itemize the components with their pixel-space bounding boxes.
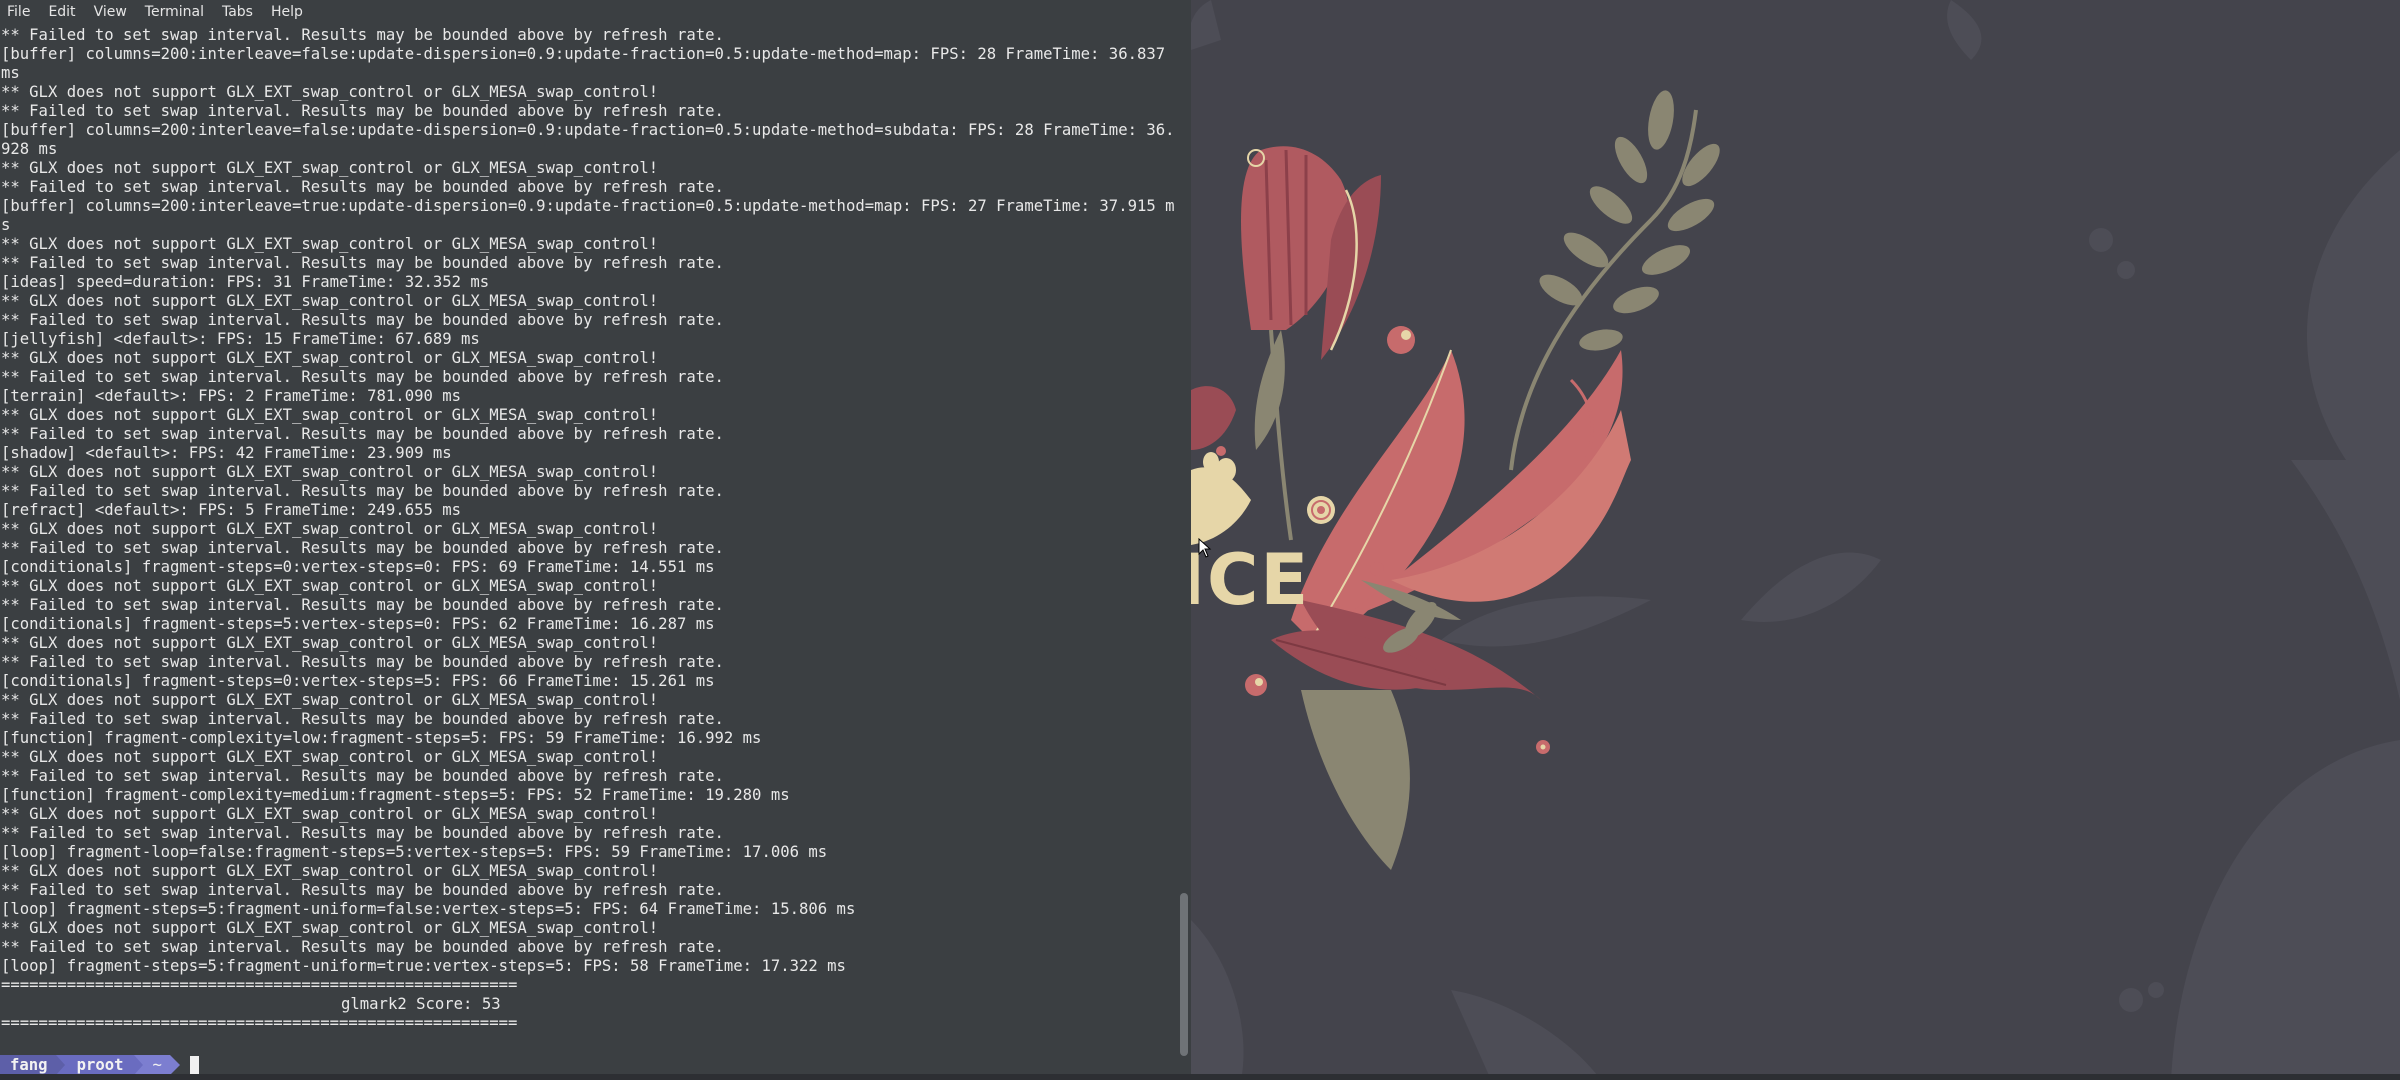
terminal-line: [loop] fragment-steps=5:fragment-uniform… (1, 957, 846, 975)
menu-terminal[interactable]: Terminal (145, 4, 204, 20)
desktop-wallpaper: ICE (1191, 0, 2400, 1080)
menu-file[interactable]: File (7, 4, 30, 20)
terminal-line: [conditionals] fragment-steps=5:vertex-s… (1, 615, 715, 633)
terminal-line: ** GLX does not support GLX_EXT_swap_con… (1, 406, 659, 424)
terminal-line: ** GLX does not support GLX_EXT_swap_con… (1, 349, 659, 367)
terminal-line: [conditionals] fragment-steps=0:vertex-s… (1, 558, 715, 576)
terminal-line: ** GLX does not support GLX_EXT_swap_con… (1, 805, 659, 823)
terminal-line: ========================================… (1, 1014, 518, 1032)
terminal-line: ** GLX does not support GLX_EXT_swap_con… (1, 292, 659, 310)
terminal-line: ** Failed to set swap interval. Results … (1, 178, 724, 196)
bottom-panel (0, 1074, 2400, 1080)
mouse-pointer-icon (1198, 538, 1212, 558)
terminal-line: [terrain] <default>: FPS: 2 FrameTime: 7… (1, 387, 462, 405)
terminal-line: ** Failed to set swap interval. Results … (1, 767, 724, 785)
terminal-output[interactable]: ** Failed to set swap interval. Results … (1, 26, 1176, 1046)
terminal-line: ** Failed to set swap interval. Results … (1, 482, 724, 500)
terminal-window[interactable]: File Edit View Terminal Tabs Help ** Fai… (0, 0, 1191, 1080)
terminal-line: [buffer] columns=200:interleave=false:up… (1, 45, 1175, 82)
terminal-line: [shadow] <default>: FPS: 42 FrameTime: 2… (1, 444, 452, 462)
terminal-line: glmark2 Score: 53 (341, 995, 501, 1013)
terminal-line: [loop] fragment-steps=5:fragment-uniform… (1, 900, 856, 918)
terminal-line: ** Failed to set swap interval. Results … (1, 102, 724, 120)
prompt-directory: ~ (142, 1055, 170, 1075)
terminal-line: ** Failed to set swap interval. Results … (1, 938, 724, 956)
terminal-line: ** GLX does not support GLX_EXT_swap_con… (1, 634, 659, 652)
terminal-line: ** Failed to set swap interval. Results … (1, 26, 724, 44)
text-cursor (189, 1056, 199, 1074)
prompt-host: proot (64, 1055, 134, 1075)
terminal-line: [ideas] speed=duration: FPS: 31 FrameTim… (1, 273, 490, 291)
terminal-line: ** GLX does not support GLX_EXT_swap_con… (1, 748, 659, 766)
terminal-line: ** GLX does not support GLX_EXT_swap_con… (1, 919, 659, 937)
floral-wallpaper-art (1191, 0, 2400, 1080)
terminal-line: ** Failed to set swap interval. Results … (1, 311, 724, 329)
olive-branch (1509, 90, 1720, 471)
menu-bar: File Edit View Terminal Tabs Help (0, 0, 1191, 24)
tulip-buds (1241, 146, 1381, 541)
terminal-line: [refract] <default>: FPS: 5 FrameTime: 2… (1, 501, 462, 519)
terminal-line: [buffer] columns=200:interleave=true:upd… (1, 197, 1175, 234)
terminal-line: ** GLX does not support GLX_EXT_swap_con… (1, 691, 659, 709)
terminal-line: ** GLX does not support GLX_EXT_swap_con… (1, 463, 659, 481)
menu-edit[interactable]: Edit (48, 4, 75, 20)
terminal-line: ** Failed to set swap interval. Results … (1, 539, 724, 557)
terminal-line: ** GLX does not support GLX_EXT_swap_con… (1, 577, 659, 595)
terminal-line: ** Failed to set swap interval. Results … (1, 824, 724, 842)
prompt-separator-icon (55, 1055, 65, 1075)
prompt-end-arrow-icon (169, 1055, 180, 1075)
terminal-line: [jellyfish] <default>: FPS: 15 FrameTime… (1, 330, 480, 348)
terminal-line: ** GLX does not support GLX_EXT_swap_con… (1, 235, 659, 253)
terminal-line: ** GLX does not support GLX_EXT_swap_con… (1, 159, 659, 177)
terminal-line: [buffer] columns=200:interleave=false:up… (1, 121, 1175, 158)
terminal-line: ** Failed to set swap interval. Results … (1, 710, 724, 728)
terminal-line: ** GLX does not support GLX_EXT_swap_con… (1, 83, 659, 101)
terminal-line: [loop] fragment-loop=false:fragment-step… (1, 843, 828, 861)
menu-tabs[interactable]: Tabs (222, 4, 253, 20)
terminal-line: ** GLX does not support GLX_EXT_swap_con… (1, 862, 659, 880)
terminal-line: ** Failed to set swap interval. Results … (1, 881, 724, 899)
menu-view[interactable]: View (94, 4, 127, 20)
shell-prompt[interactable]: fang proot ~ (0, 1055, 199, 1075)
terminal-line: [function] fragment-complexity=low:fragm… (1, 729, 762, 747)
terminal-line: ** Failed to set swap interval. Results … (1, 254, 724, 272)
terminal-line: [function] fragment-complexity=medium:fr… (1, 786, 790, 804)
terminal-line: ** Failed to set swap interval. Results … (1, 653, 724, 671)
prompt-separator-icon (133, 1055, 143, 1075)
terminal-line: ** Failed to set swap interval. Results … (1, 596, 724, 614)
prompt-user: fang (0, 1055, 56, 1075)
mascot-figure (1191, 452, 1251, 545)
terminal-line: [conditionals] fragment-steps=0:vertex-s… (1, 672, 715, 690)
terminal-line: ========================================… (1, 976, 518, 994)
terminal-line: ** Failed to set swap interval. Results … (1, 368, 724, 386)
terminal-line: ** Failed to set swap interval. Results … (1, 425, 724, 443)
scrollbar-thumb[interactable] (1180, 893, 1188, 1056)
terminal-line: ** GLX does not support GLX_EXT_swap_con… (1, 520, 659, 538)
menu-help[interactable]: Help (271, 4, 303, 20)
